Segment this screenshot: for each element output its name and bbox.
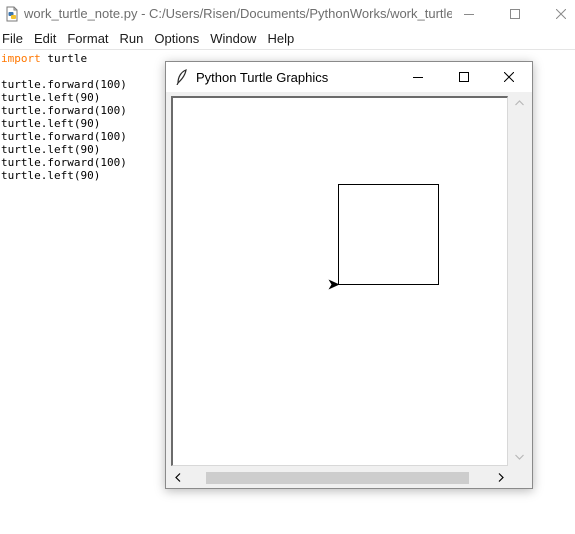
turtle-minimize-button[interactable] <box>395 62 441 92</box>
menu-format[interactable]: Format <box>64 31 114 46</box>
editor-window-title: work_turtle_note.py - C:/Users/Risen/Doc… <box>24 6 452 21</box>
editor-minimize-button[interactable] <box>446 0 492 28</box>
code-text-span: turtle.forward(100) <box>1 130 127 143</box>
code-line: turtle.left(90) <box>1 143 127 156</box>
menu-edit[interactable]: Edit <box>31 31 62 46</box>
code-text-span: turtle.left(90) <box>1 143 101 156</box>
turtle-window-body <box>166 92 532 488</box>
code-text-span: turtle.forward(100) <box>1 104 127 117</box>
maximize-icon <box>510 9 520 19</box>
editor-titlebar[interactable]: work_turtle_note.py - C:/Users/Risen/Doc… <box>0 0 575 28</box>
turtle-titlebar[interactable]: Python Turtle Graphics <box>166 62 532 92</box>
minimize-icon <box>413 77 423 78</box>
code-keyword: import <box>1 52 41 65</box>
menu-window[interactable]: Window <box>207 31 262 46</box>
minimize-icon <box>464 14 474 15</box>
maximize-icon <box>459 72 469 82</box>
code-line: turtle.left(90) <box>1 117 127 130</box>
code-line: turtle.forward(100) <box>1 104 127 117</box>
code-text: import turtle turtle.forward(100) turtle… <box>1 52 127 182</box>
turtle-maximize-button[interactable] <box>441 62 487 92</box>
menu-bar: File Edit Format Run Options Window Help <box>0 28 575 49</box>
scroll-down-button[interactable] <box>510 448 529 465</box>
code-text-span: turtle <box>40 52 88 65</box>
vertical-scrollbar[interactable] <box>510 94 529 465</box>
chevron-left-icon <box>174 473 180 482</box>
code-line: turtle.forward(100) <box>1 156 127 169</box>
code-text-span: turtle.left(90) <box>1 169 101 182</box>
chevron-right-icon <box>498 473 504 482</box>
chevron-up-icon <box>515 99 524 105</box>
scroll-left-button[interactable] <box>169 469 186 486</box>
code-text-span: turtle.left(90) <box>1 117 101 130</box>
turtle-graphics-window[interactable]: Python Turtle Graphics <box>165 61 533 489</box>
python-file-icon <box>4 6 20 22</box>
code-line: turtle.forward(100) <box>1 78 127 91</box>
feather-icon <box>175 69 189 86</box>
code-line: turtle.forward(100) <box>1 130 127 143</box>
close-icon <box>556 9 566 19</box>
code-line: import turtle <box>1 52 127 65</box>
editor-close-button[interactable] <box>538 0 575 28</box>
code-text-span: turtle.forward(100) <box>1 78 127 91</box>
scroll-up-button[interactable] <box>510 94 529 111</box>
scroll-thumb[interactable] <box>206 472 469 484</box>
menu-run[interactable]: Run <box>117 31 150 46</box>
menu-help[interactable]: Help <box>264 31 300 46</box>
code-line: turtle.left(90) <box>1 169 127 182</box>
turtle-window-title: Python Turtle Graphics <box>196 70 329 85</box>
close-icon <box>504 72 514 82</box>
turtle-arrow-icon <box>328 279 340 290</box>
menu-file[interactable]: File <box>0 31 29 46</box>
turtle-canvas[interactable] <box>171 96 508 466</box>
editor-maximize-button[interactable] <box>492 0 538 28</box>
scroll-right-button[interactable] <box>492 469 509 486</box>
menu-options[interactable]: Options <box>151 31 205 46</box>
horizontal-scrollbar[interactable] <box>169 469 509 486</box>
drawn-square <box>338 184 439 285</box>
turtle-drawing <box>328 184 439 290</box>
turtle-close-button[interactable] <box>486 62 532 92</box>
code-text-span: turtle.left(90) <box>1 91 101 104</box>
chevron-down-icon <box>515 454 524 460</box>
code-text-span: turtle.forward(100) <box>1 156 127 169</box>
code-line: turtle.left(90) <box>1 91 127 104</box>
